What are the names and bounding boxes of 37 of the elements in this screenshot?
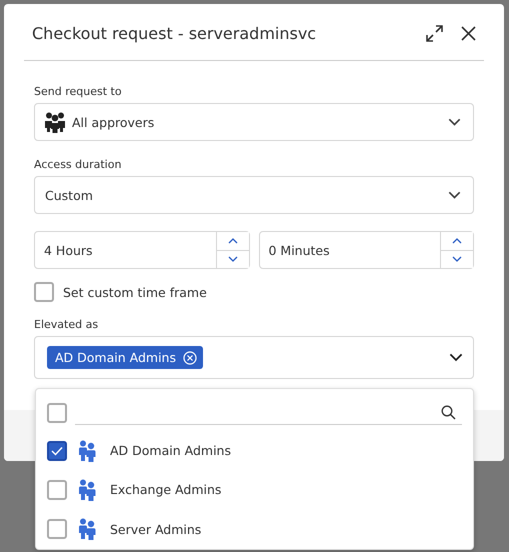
number-spinner[interactable]: 0 Minutes — [258, 231, 474, 269]
field-label: Elevated as — [34, 318, 100, 331]
chevron-down-icon — [448, 191, 461, 199]
option-label[interactable]: AD Domain Admins — [110, 443, 231, 458]
checkbox-label: Set custom time frame — [63, 284, 207, 300]
option-label[interactable]: Server Admins — [110, 522, 202, 537]
number-spinner[interactable]: 4 Hours — [34, 231, 250, 269]
people-icon — [78, 478, 97, 501]
remove-icon[interactable] — [182, 350, 197, 364]
chevron-down-icon — [448, 118, 461, 126]
option-label[interactable]: Exchange Admins — [110, 482, 222, 498]
search-icon — [441, 405, 456, 420]
chevron-up-icon — [228, 238, 238, 244]
approvers-select[interactable]: All approvers — [34, 103, 474, 141]
expand-button[interactable] — [426, 25, 443, 42]
select-all-checkbox[interactable] — [47, 403, 67, 423]
field-label: Send request to — [34, 85, 123, 98]
multi-select[interactable]: AD Domain Admins — [34, 336, 474, 379]
chevron-down-icon — [449, 353, 463, 362]
chevron-down-icon — [452, 256, 462, 262]
number-input[interactable]: 4 Hours — [35, 232, 216, 268]
chevron-up-icon — [452, 238, 462, 244]
field-label: Access duration — [34, 158, 122, 171]
dialog-title: Checkout request - serveradminsvc — [32, 24, 316, 43]
checkbox[interactable] — [47, 480, 67, 500]
checkbox[interactable] — [47, 519, 67, 540]
checkbox[interactable] — [34, 282, 54, 302]
tag: AD Domain Admins — [47, 346, 203, 369]
chevron-down-icon — [228, 256, 238, 262]
checkbox[interactable] — [47, 440, 67, 461]
group-icon — [44, 111, 66, 133]
people-icon — [78, 440, 97, 462]
number-input[interactable]: 0 Minutes — [260, 232, 440, 268]
checkmark-icon — [51, 446, 63, 456]
close-button[interactable] — [461, 26, 476, 41]
people-icon — [78, 518, 97, 540]
duration-select[interactable]: Custom — [34, 176, 474, 214]
